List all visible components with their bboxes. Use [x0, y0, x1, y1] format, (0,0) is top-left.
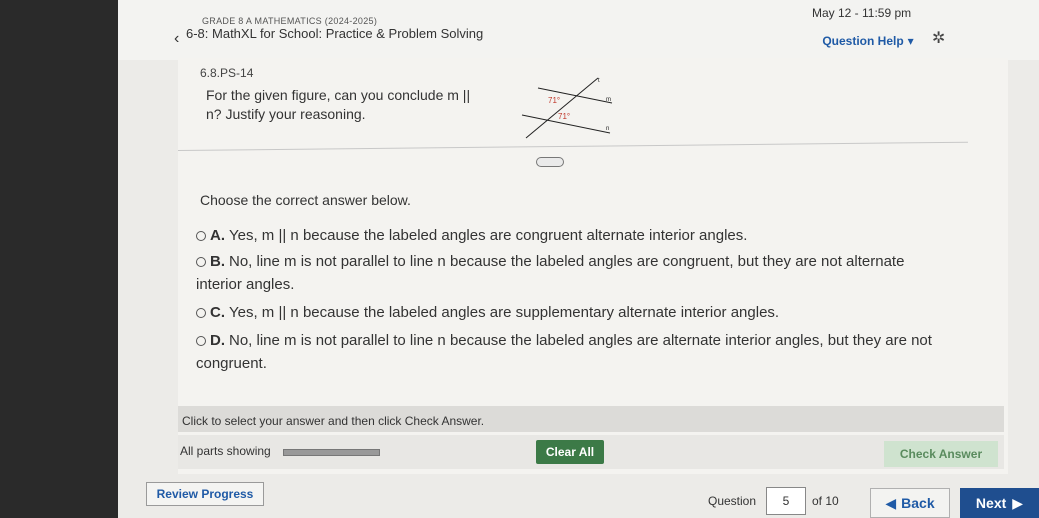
radio-button[interactable]: [196, 257, 206, 268]
question-id: 6.8.PS-14: [200, 66, 254, 80]
option-text: No, line m is not parallel to line n bec…: [196, 253, 905, 293]
chapter-title: 6-8: MathXL for School: Practice & Probl…: [186, 26, 484, 41]
radio-button[interactable]: [196, 308, 206, 319]
option-letter: A.: [210, 227, 225, 244]
clear-all-button[interactable]: Clear All: [536, 440, 604, 464]
parts-progress-bar: [283, 449, 380, 456]
more-icon[interactable]: [536, 157, 564, 167]
answer-prompt: Choose the correct answer below.: [200, 192, 411, 208]
course-title: GRADE 8 A MATHEMATICS (2024-2025): [202, 16, 378, 26]
option-a[interactable]: A. Yes, m || n because the labeled angles…: [196, 224, 896, 247]
instructions: Click to select your answer and then cli…: [182, 414, 485, 428]
option-text: Yes, m || n because the labeled angles a…: [229, 304, 780, 321]
back-label: Back: [901, 495, 935, 511]
app-screen: GRADE 8 A MATHEMATICS (2024-2025) ‹ 6-8:…: [118, 0, 1039, 518]
review-progress-button[interactable]: Review Progress: [146, 482, 264, 506]
question-help-label: Question Help: [822, 34, 904, 48]
option-text: No, line m is not parallel to line n bec…: [196, 332, 932, 372]
back-button[interactable]: ◀ Back: [870, 488, 950, 518]
angle1-label: 71°: [548, 96, 560, 105]
transversal-figure: 71° 71° t m n: [521, 77, 613, 139]
next-button[interactable]: Next ▶: [960, 488, 1039, 518]
radio-button[interactable]: [196, 231, 206, 242]
label-n: n: [606, 126, 609, 132]
back-chevron-icon[interactable]: ‹: [174, 30, 179, 48]
question-label: Question: [708, 494, 757, 508]
transversal-line: [525, 77, 599, 139]
parts-label: All parts showing: [180, 444, 271, 458]
triangle-left-icon: ◀: [885, 494, 897, 511]
option-b[interactable]: B. No, line m is not parallel to line n b…: [196, 250, 936, 296]
option-letter: C.: [210, 304, 225, 321]
question-text: For the given figure, can you conclude m…: [206, 87, 471, 122]
option-letter: B.: [210, 253, 225, 270]
angle2-label: 71°: [558, 112, 570, 121]
question-help-button[interactable]: Question Help ▾: [808, 30, 928, 52]
check-answer-button[interactable]: Check Answer: [884, 441, 998, 467]
next-label: Next: [975, 495, 1007, 511]
radio-button[interactable]: [196, 336, 206, 347]
question-number-input[interactable]: 5: [766, 487, 806, 515]
question-total: of 10: [812, 494, 839, 508]
option-d[interactable]: D. No, line m is not parallel to line n b…: [196, 329, 976, 375]
option-c[interactable]: C. Yes, m || n because the labeled angles…: [196, 301, 896, 324]
chevron-down-icon: ▾: [907, 34, 914, 48]
triangle-right-icon: ▶: [1012, 494, 1024, 511]
option-letter: D.: [210, 332, 225, 349]
label-m: m: [606, 97, 611, 103]
option-text: Yes, m || n because the labeled angles a…: [229, 227, 748, 244]
gear-icon[interactable]: ✲: [932, 28, 945, 48]
label-t: t: [598, 78, 600, 84]
due-date: May 12 - 11:59 pm: [812, 6, 912, 20]
